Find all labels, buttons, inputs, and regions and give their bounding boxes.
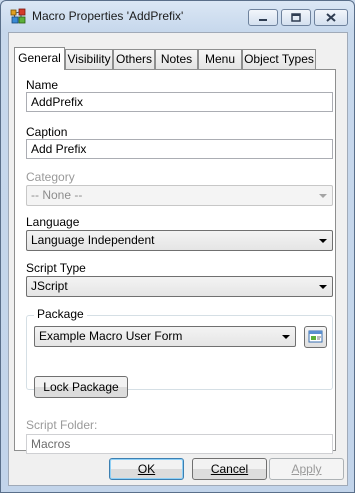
title-bar[interactable]: Macro Properties 'AddPrefix' — [1, 1, 354, 31]
apply-button-label: Apply — [291, 462, 322, 476]
caption-label: Caption — [26, 125, 68, 139]
tab-visibility[interactable]: Visibility — [65, 49, 113, 69]
chevron-down-icon — [282, 335, 290, 339]
package-select-value: Example Macro User Form — [39, 329, 183, 343]
general-tab-panel: Name AddPrefix Caption Add Prefix Catego… — [14, 69, 336, 454]
maximize-button[interactable] — [281, 9, 311, 26]
minimize-button[interactable] — [248, 9, 278, 26]
chevron-down-icon — [319, 239, 327, 243]
language-select-value: Language Independent — [31, 233, 155, 247]
tab-menu[interactable]: Menu — [198, 49, 242, 69]
ok-button-label: OK — [137, 462, 156, 476]
chevron-down-icon — [319, 194, 327, 198]
apply-button: Apply — [269, 458, 344, 480]
macro-app-icon — [10, 8, 26, 24]
language-select[interactable]: Language Independent — [26, 230, 333, 251]
package-browse-button[interactable] — [304, 326, 327, 348]
tab-object-types[interactable]: Object Types — [242, 49, 316, 69]
script-type-label: Script Type — [26, 261, 86, 275]
window-title: Macro Properties 'AddPrefix' — [32, 9, 184, 23]
category-select: -- None -- — [26, 185, 333, 206]
close-icon — [326, 13, 336, 22]
lock-package-button[interactable]: Lock Package — [34, 376, 128, 398]
script-folder-field: Macros — [26, 434, 333, 454]
category-label: Category — [26, 170, 75, 184]
package-browse-icon — [308, 330, 323, 343]
category-select-value: -- None -- — [31, 188, 83, 202]
tab-others[interactable]: Others — [113, 49, 155, 69]
dialog-body: General Visibility Others Notes Menu Obj… — [8, 32, 348, 486]
script-folder-label: Script Folder: — [26, 418, 98, 432]
script-type-select[interactable]: JScript — [26, 276, 333, 297]
macro-properties-window: Macro Properties 'AddPrefix' General Vis… — [0, 0, 355, 493]
language-label: Language — [26, 215, 80, 229]
name-label: Name — [26, 78, 59, 92]
chevron-down-icon — [319, 285, 327, 289]
close-button[interactable] — [314, 9, 348, 26]
ok-button[interactable]: OK — [109, 458, 184, 480]
cancel-button-label: Cancel — [210, 462, 249, 476]
package-select[interactable]: Example Macro User Form — [34, 326, 296, 347]
package-group-label: Package — [34, 307, 87, 321]
maximize-icon — [291, 13, 301, 22]
minimize-icon — [259, 18, 267, 21]
caption-field[interactable]: Add Prefix — [26, 139, 333, 159]
tab-general[interactable]: General — [14, 47, 65, 70]
cancel-button[interactable]: Cancel — [192, 458, 267, 480]
tab-notes[interactable]: Notes — [155, 49, 198, 69]
name-field[interactable]: AddPrefix — [26, 92, 333, 112]
script-type-select-value: JScript — [31, 279, 68, 293]
